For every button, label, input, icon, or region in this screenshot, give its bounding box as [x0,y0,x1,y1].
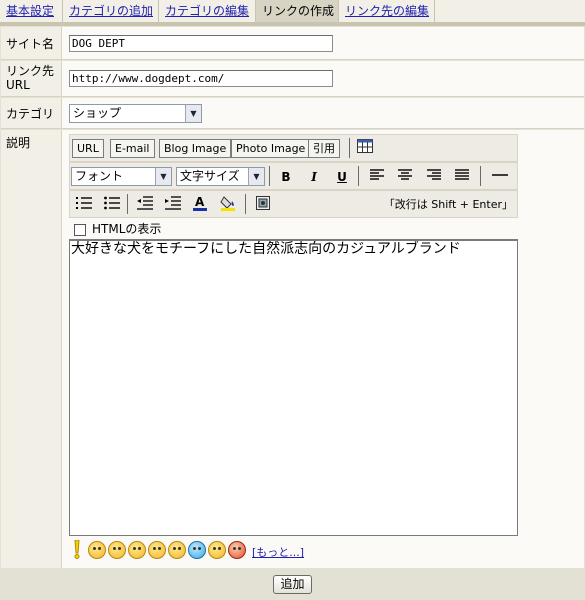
emoji-icon-7[interactable] [208,541,226,559]
row-category: カテゴリ ショップ ▼ [1,98,584,129]
description-label: 説明 [1,130,62,568]
editor-toolbar-row3: A 「改行は Shift + Enter」 [69,190,518,218]
url-input[interactable] [69,70,333,87]
toolbar-separator [349,138,350,158]
bold-button[interactable]: B [277,168,295,186]
align-justify-icon[interactable] [453,168,471,186]
text-color-icon[interactable]: A [191,195,209,213]
emoji-icon-5[interactable] [168,541,186,559]
ordered-list-icon[interactable] [75,196,93,214]
url-label: リンク先URL [1,61,62,96]
row-description: 説明 URL E-mail Blog Image Photo Image 引用 … [1,130,584,568]
emoji-icon-4[interactable] [148,541,166,559]
editor-toolbar-row1: URL E-mail Blog Image Photo Image 引用 [69,134,518,162]
exclamation-icon[interactable] [74,539,80,559]
more-emoji-link[interactable]: [もっと...] [252,544,304,560]
font-size-select[interactable]: 文字サイズ ▼ [176,167,265,186]
emoji-icon-1[interactable] [88,541,106,559]
email-button[interactable]: E-mail [110,139,155,158]
chevron-down-icon: ▼ [155,168,171,185]
category-label: カテゴリ [1,98,62,128]
toolbar-separator [127,194,128,214]
horizontal-rule-icon[interactable] [491,168,509,186]
tab-basic-settings[interactable]: 基本設定 [0,0,63,22]
align-left-icon[interactable] [368,168,386,186]
align-right-icon[interactable] [425,168,443,186]
chevron-down-icon: ▼ [185,105,201,122]
italic-button[interactable]: I [305,168,323,186]
form-footer: 追加 [1,568,584,599]
tab-bar: 基本設定 カテゴリの追加 カテゴリの編集 リンクの作成 リンク先の編集 [0,0,585,22]
category-select-value: ショップ [73,106,122,120]
insert-image-icon[interactable] [254,195,272,213]
url-button[interactable]: URL [72,139,104,158]
indent-icon[interactable] [164,196,182,214]
underline-button[interactable]: U [333,168,351,186]
emoji-icon-3[interactable] [128,541,146,559]
tab-create-link[interactable]: リンクの作成 [256,0,339,22]
tab-add-category[interactable]: カテゴリの追加 [63,0,159,22]
toolbar-separator [480,166,481,186]
chevron-down-icon: ▼ [248,168,264,185]
svg-text:A: A [195,195,205,209]
toolbar-separator [358,166,359,186]
bullet-list-icon[interactable] [103,196,121,214]
highlight-color-icon[interactable] [219,195,237,213]
align-center-icon[interactable] [396,168,414,186]
font-size-select-value: 文字サイズ [180,169,240,183]
editor-toolbar-row2: フォント ▼ 文字サイズ ▼ B I U [69,162,518,190]
photo-image-button[interactable]: Photo Image [231,139,311,158]
line-break-hint: 「改行は Shift + Enter」 [383,198,513,211]
toolbar-separator [245,194,246,214]
html-toggle-checkbox[interactable] [74,224,86,236]
row-url: リンク先URL [1,61,584,97]
emoji-icon-2[interactable] [108,541,126,559]
row-site-name: サイト名 [1,27,584,60]
toolbar-separator [269,166,270,186]
font-select-value: フォント [75,169,124,183]
table-icon[interactable] [356,139,374,157]
html-toggle-label: HTMLの表示 [92,222,162,236]
emoji-icon-8[interactable] [228,541,246,559]
font-select[interactable]: フォント ▼ [71,167,172,186]
site-name-label: サイト名 [1,27,62,59]
blog-image-button[interactable]: Blog Image [159,139,232,158]
add-button[interactable]: 追加 [273,575,312,594]
description-textarea[interactable]: 大好きな犬をモチーフにした自然派志向のカジュアルブランド [69,239,518,536]
quote-button[interactable]: 引用 [308,139,340,158]
outdent-icon[interactable] [136,196,154,214]
emoji-icon-6[interactable] [188,541,206,559]
category-select[interactable]: ショップ ▼ [69,104,202,123]
tab-edit-category[interactable]: カテゴリの編集 [159,0,256,22]
site-name-input[interactable] [69,35,333,52]
tab-edit-links[interactable]: リンク先の編集 [339,0,435,22]
link-form: サイト名 リンク先URL カテゴリ ショップ ▼ 説明 URL E-mail B [0,26,585,600]
